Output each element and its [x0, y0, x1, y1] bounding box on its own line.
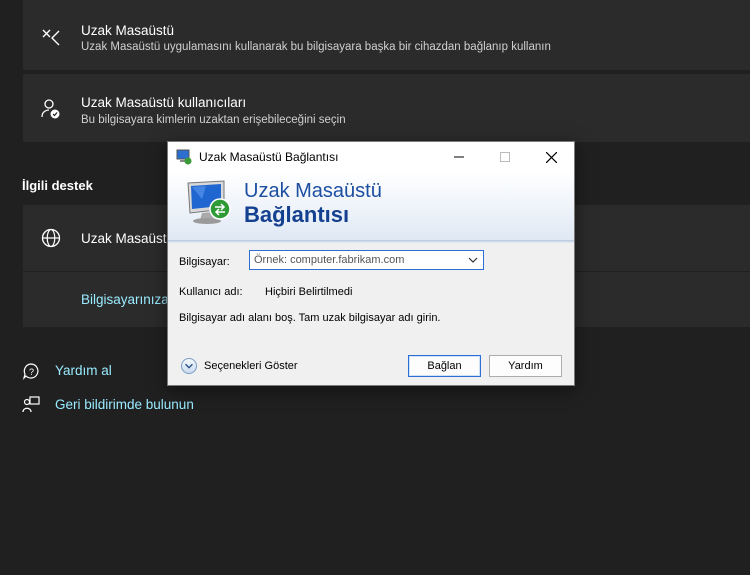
- related-support-item-title: Uzak Masaüstü: [81, 231, 175, 246]
- feedback-link[interactable]: Geri bildirimde bulunun: [55, 397, 194, 412]
- minimize-button[interactable]: [436, 142, 482, 172]
- username-label: Kullanıcı adı:: [179, 286, 243, 298]
- computer-label: Bilgisayar:: [179, 256, 230, 268]
- card-title: Uzak Masaüstü: [81, 23, 175, 38]
- chevron-down-icon: [185, 363, 193, 369]
- get-help-link[interactable]: Yardım al: [55, 363, 112, 378]
- computer-input-placeholder: Örnek: computer.fabrikam.com: [254, 254, 405, 266]
- maximize-icon: [500, 152, 510, 162]
- feedback-icon: [22, 396, 40, 413]
- remote-desktop-users-card[interactable]: Uzak Masaüstü kullanıcıları Bu bilgisaya…: [23, 74, 750, 142]
- svg-text:?: ?: [29, 367, 34, 377]
- maximize-button[interactable]: [482, 142, 528, 172]
- help-icon: ?: [22, 363, 39, 380]
- remote-desktop-icon: [42, 29, 60, 46]
- monitor-connection-icon: [187, 180, 231, 224]
- dialog-title: Uzak Masaüstü Bağlantısı: [199, 150, 339, 164]
- computer-combobox[interactable]: Örnek: computer.fabrikam.com: [249, 250, 484, 270]
- minimize-icon: [454, 156, 464, 158]
- status-message: Bilgisayar adı alanı boş. Tam uzak bilgi…: [179, 312, 441, 324]
- user-check-icon: [41, 99, 60, 119]
- card-subtitle: Bu bilgisayara kimlerin uzaktan erişebil…: [81, 114, 346, 126]
- rdc-app-icon: [176, 149, 192, 165]
- banner-title-line1: Uzak Masaüstü: [244, 180, 382, 202]
- banner-title-line2: Bağlantısı: [244, 202, 350, 227]
- related-support-heading: İlgili destek: [22, 178, 93, 193]
- banner-divider: [168, 240, 574, 243]
- show-options-label[interactable]: Seçenekleri Göster: [204, 360, 298, 372]
- globe-icon: [41, 228, 61, 248]
- connect-button[interactable]: Bağlan: [408, 355, 481, 377]
- username-value: Hiçbiri Belirtilmedi: [265, 286, 353, 298]
- show-options-toggle[interactable]: [181, 358, 197, 374]
- card-subtitle: Uzak Masaüstü uygulamasını kullanarak bu…: [81, 41, 551, 53]
- remote-desktop-connection-dialog: Uzak Masaüstü Bağlantısı Uzak Masaüstü B…: [167, 141, 575, 386]
- dialog-titlebar[interactable]: Uzak Masaüstü Bağlantısı: [168, 142, 574, 172]
- related-support-link[interactable]: Bilgisayarınıza: [81, 292, 169, 307]
- close-icon: [545, 151, 557, 163]
- help-button[interactable]: Yardım: [489, 355, 562, 377]
- close-button[interactable]: [528, 142, 574, 172]
- card-title: Uzak Masaüstü kullanıcıları: [81, 95, 247, 110]
- remote-desktop-card[interactable]: Uzak Masaüstü Uzak Masaüstü uygulamasını…: [23, 0, 750, 70]
- chevron-down-icon[interactable]: [467, 254, 479, 266]
